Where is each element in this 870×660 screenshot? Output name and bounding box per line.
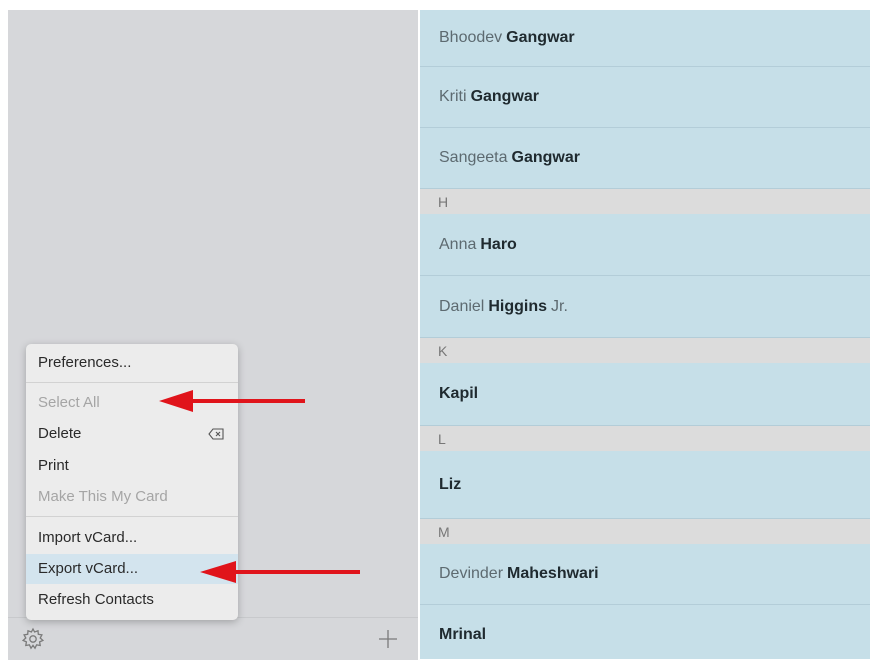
contact-last-name: Kapil — [439, 385, 479, 402]
contact-row[interactable]: Kapil — [420, 363, 870, 426]
menu-item-import-vcard[interactable]: Import vCard... — [38, 527, 137, 549]
menu-item-preferences[interactable]: Preferences... — [38, 352, 131, 374]
contact-last-name: Higgins — [488, 297, 548, 315]
contact-last-name: Mrinal — [439, 625, 487, 643]
section-header-m: M — [420, 519, 870, 544]
contact-last-name: Maheshwari — [507, 565, 599, 582]
menu-item-make-my-card[interactable]: Make This My Card — [38, 486, 168, 508]
contact-row[interactable]: Kriti Gangwar — [420, 67, 870, 128]
contact-row[interactable]: Mrinal — [420, 605, 870, 659]
contact-row[interactable]: Devinder Maheshwari — [420, 544, 870, 605]
contact-last-name: Gangwar — [470, 88, 540, 105]
contact-first-name: Sangeeta — [439, 149, 508, 166]
contact-row[interactable]: Liz — [420, 451, 870, 519]
contact-row[interactable]: Bhoodev Gangwar — [420, 10, 870, 67]
contact-row[interactable]: Daniel Higgins Jr. — [420, 276, 870, 338]
contact-first-name: Daniel — [439, 297, 485, 315]
menu-item-select-all[interactable]: Select All — [38, 392, 100, 414]
menu-item-export-vcard[interactable]: Export vCard... — [38, 558, 138, 580]
sidebar-bottom-bar — [8, 617, 418, 660]
contact-last-name: Liz — [439, 475, 462, 493]
menu-separator — [26, 516, 238, 517]
menu-item-delete[interactable]: Delete — [38, 423, 81, 445]
contact-first-name: Devinder — [439, 565, 504, 582]
section-header-l: L — [420, 426, 870, 451]
contact-suffix: Jr. — [551, 297, 568, 315]
red-arrow-icon — [200, 561, 360, 583]
delete-key-icon — [208, 428, 224, 440]
contact-last-name: Gangwar — [511, 149, 580, 166]
contact-last-name: Haro — [480, 235, 517, 253]
red-arrow-icon — [159, 390, 305, 412]
contact-first-name: Anna — [439, 235, 477, 253]
contact-first-name: Bhoodev — [439, 29, 503, 46]
contact-last-name: Gangwar — [506, 29, 575, 46]
plus-icon[interactable] — [377, 628, 399, 650]
section-header-k: K — [420, 338, 870, 363]
contact-list[interactable]: Bhoodev Gangwar Kriti Gangwar Sangeeta G… — [420, 10, 870, 659]
menu-separator — [26, 382, 238, 383]
section-header-h: H — [420, 189, 870, 214]
menu-item-print[interactable]: Print — [38, 455, 69, 477]
contact-row[interactable]: Sangeeta Gangwar — [420, 128, 870, 189]
contact-row[interactable]: Anna Haro — [420, 214, 870, 276]
menu-item-refresh-contacts[interactable]: Refresh Contacts — [38, 589, 154, 611]
contact-first-name: Kriti — [439, 88, 467, 105]
gear-icon[interactable] — [20, 626, 46, 652]
